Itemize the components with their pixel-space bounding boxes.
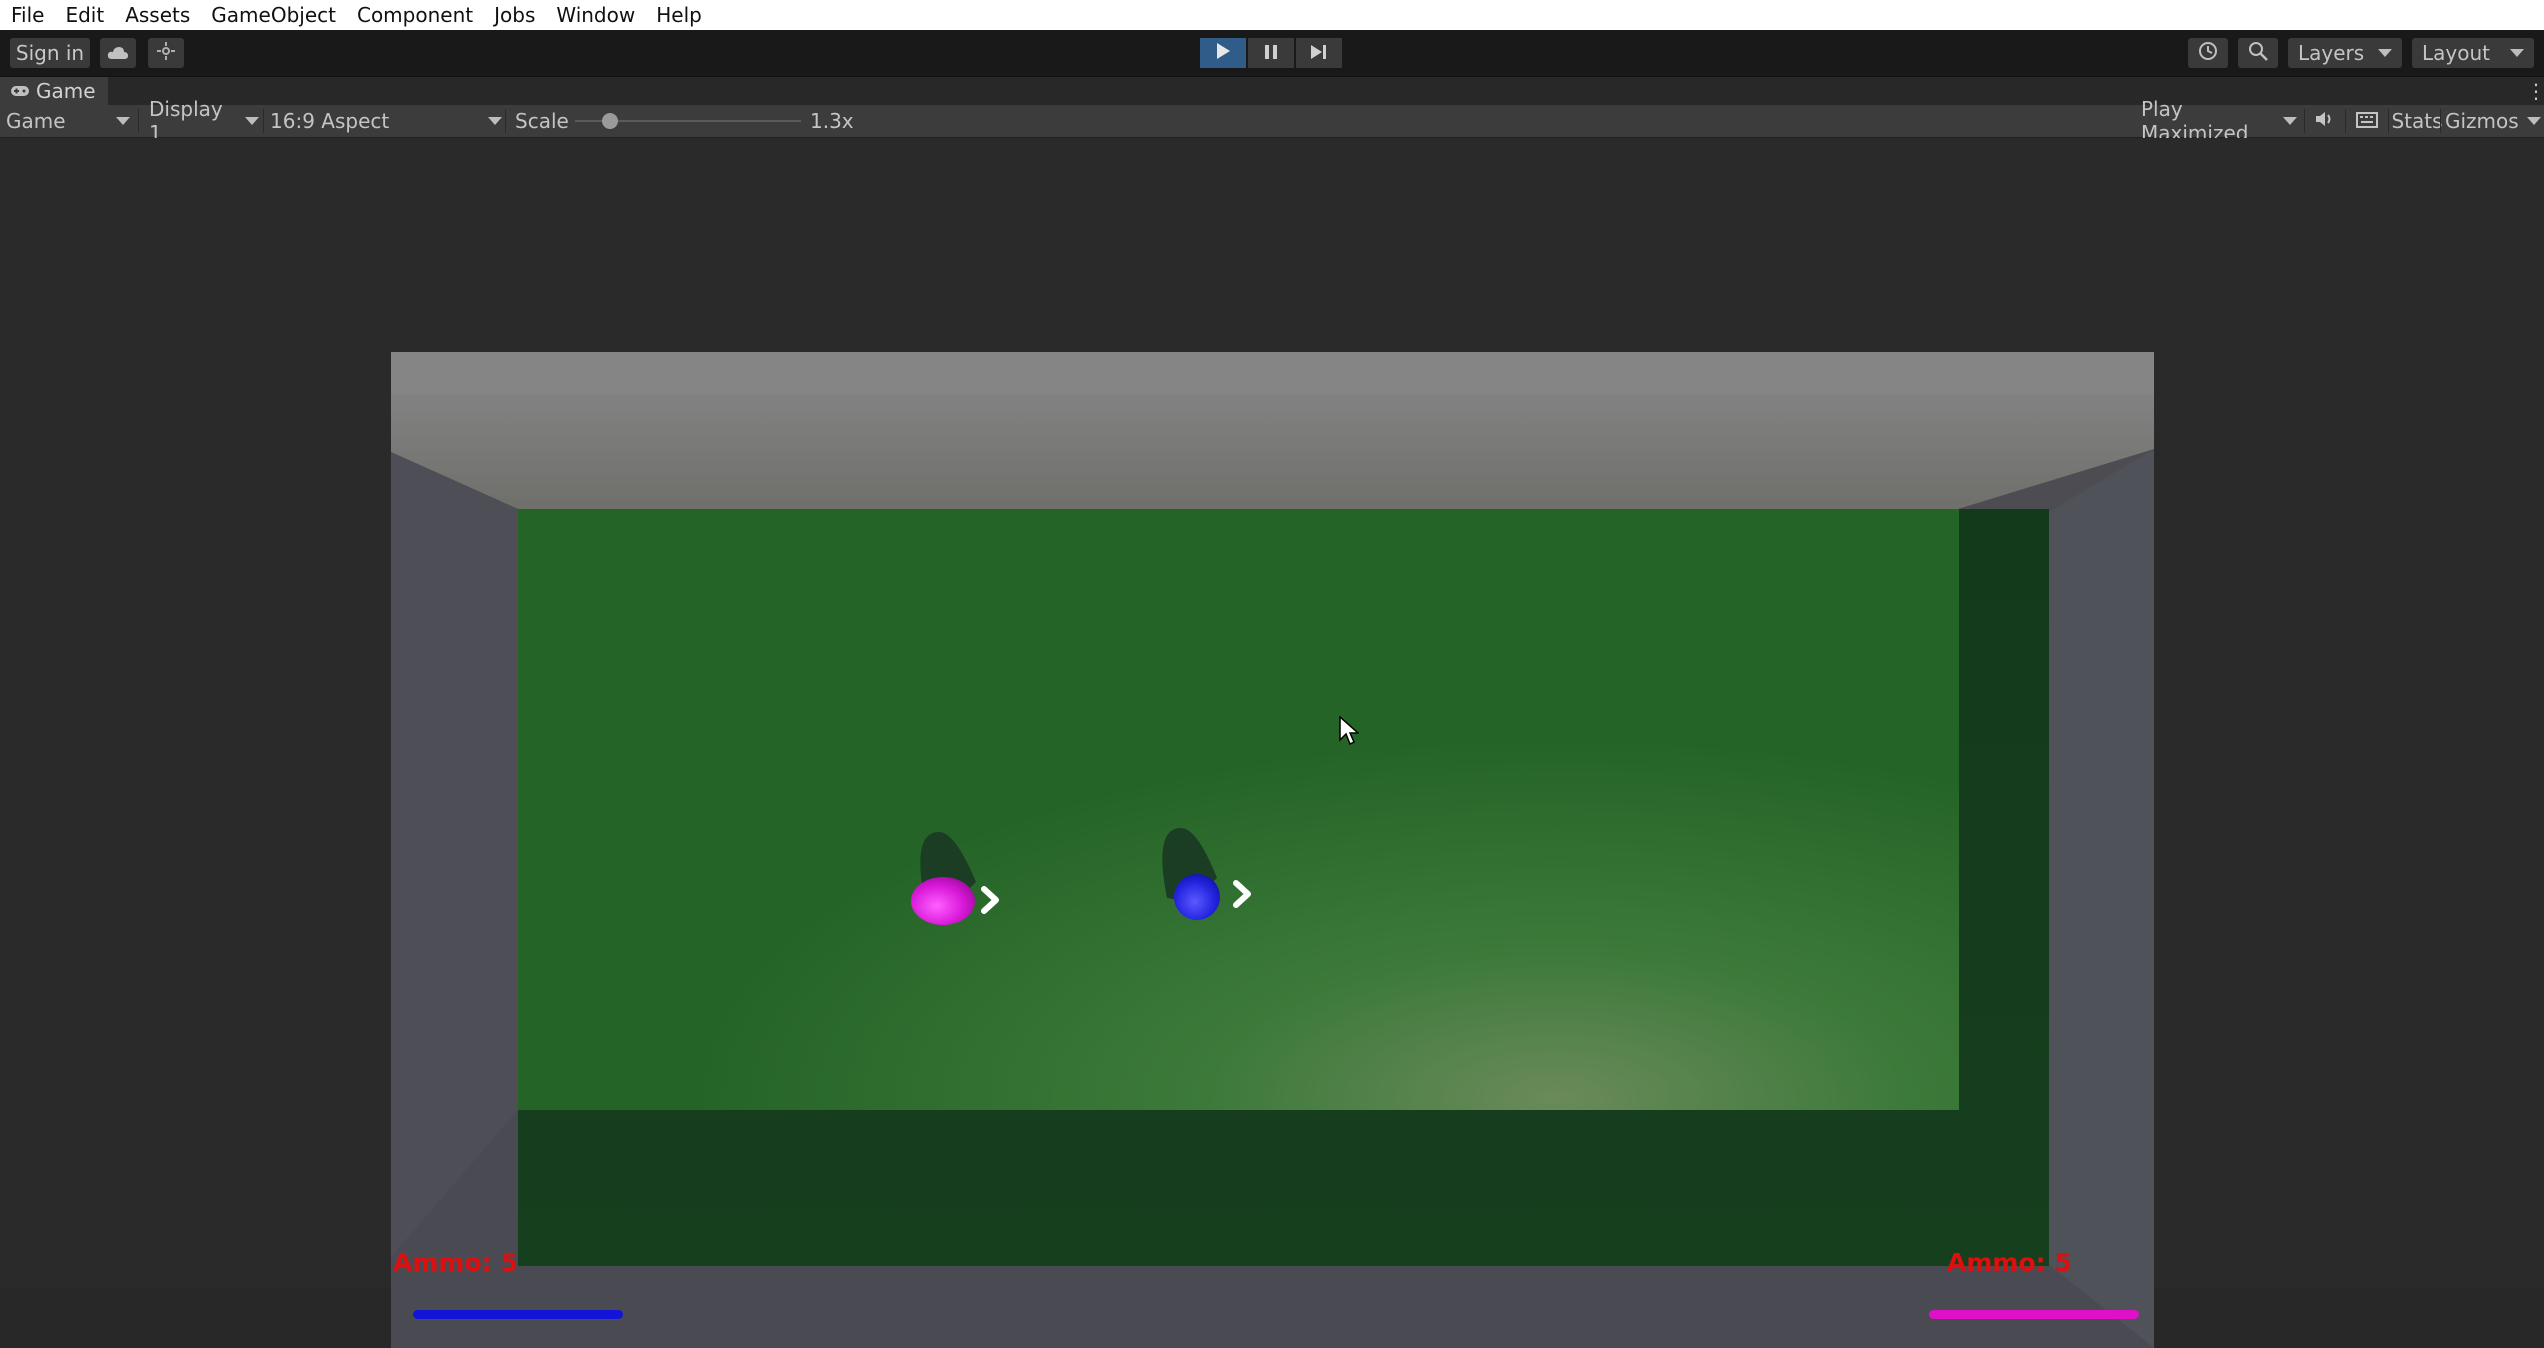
chevron-down-icon bbox=[116, 117, 130, 125]
menu-bar: File Edit Assets GameObject Component Jo… bbox=[0, 0, 2544, 30]
play-icon bbox=[1215, 41, 1231, 65]
sign-in-button[interactable]: Sign in bbox=[10, 38, 90, 68]
keyboard-icon bbox=[2356, 109, 2378, 133]
divider bbox=[138, 109, 139, 133]
layers-dropdown[interactable]: Layers bbox=[2288, 38, 2402, 68]
menu-jobs[interactable]: Jobs bbox=[483, 0, 545, 30]
speaker-icon bbox=[2315, 109, 2335, 133]
chevron-down-icon bbox=[488, 117, 502, 125]
chevron-down-icon bbox=[2526, 117, 2541, 125]
scale-value: 1.3x bbox=[810, 109, 854, 133]
left-health-bar bbox=[413, 1310, 623, 1319]
step-button[interactable] bbox=[1296, 38, 1342, 68]
scale-slider[interactable] bbox=[575, 105, 801, 137]
divider bbox=[263, 109, 264, 133]
pause-icon bbox=[1264, 41, 1278, 65]
chevron-down-icon bbox=[245, 117, 259, 125]
play-mode-dropdown[interactable]: Play Maximized bbox=[2141, 97, 2297, 145]
step-icon bbox=[1310, 41, 1328, 65]
menu-edit[interactable]: Edit bbox=[54, 0, 114, 30]
menu-window[interactable]: Window bbox=[545, 0, 645, 30]
aspect-label: 16:9 Aspect bbox=[270, 109, 390, 133]
game-view-area[interactable]: Ammo: 5 Ammo: 5 bbox=[0, 138, 2544, 1348]
game-scene bbox=[391, 352, 2154, 1348]
view-type-dropdown[interactable]: Game bbox=[6, 105, 130, 137]
gizmos-label: Gizmos bbox=[2445, 109, 2519, 133]
keyboard-shortcuts-button[interactable] bbox=[2350, 105, 2384, 137]
menu-component[interactable]: Component bbox=[346, 0, 483, 30]
right-wall bbox=[2049, 449, 2154, 1348]
divider bbox=[2345, 109, 2346, 133]
stats-button[interactable]: Stats bbox=[2386, 105, 2448, 137]
collab-icon bbox=[156, 41, 176, 66]
right-health-bar bbox=[1929, 1310, 2139, 1319]
divider bbox=[2304, 109, 2305, 133]
gizmos-dropdown[interactable]: Gizmos bbox=[2445, 105, 2541, 137]
menu-help[interactable]: Help bbox=[645, 0, 712, 30]
game-view-toolbar: Game Display 1 16:9 Aspect Scale 1.3x Pl… bbox=[0, 97, 2544, 145]
scale-track-wrap bbox=[575, 105, 801, 137]
view-type-label: Game bbox=[6, 109, 66, 133]
divider bbox=[505, 109, 506, 133]
tab-game[interactable]: Game bbox=[0, 77, 108, 105]
pause-button[interactable] bbox=[1248, 38, 1294, 68]
scale-label: Scale bbox=[515, 109, 569, 133]
mute-audio-button[interactable] bbox=[2310, 105, 2340, 137]
chevron-down-icon bbox=[2283, 117, 2297, 125]
player2-ball bbox=[1174, 874, 1220, 920]
aspect-dropdown[interactable]: 16:9 Aspect bbox=[270, 105, 502, 137]
player1-ball bbox=[911, 877, 975, 925]
display-dropdown[interactable]: Display 1 bbox=[149, 97, 259, 145]
main-toolbar: Sign in Layers Layout bbox=[0, 30, 2544, 77]
menu-gameobject[interactable]: GameObject bbox=[200, 0, 346, 30]
more-options-icon[interactable]: ⋮ bbox=[2526, 81, 2544, 101]
gamepad-icon bbox=[10, 79, 30, 103]
history-button[interactable] bbox=[2188, 38, 2228, 68]
search-button[interactable] bbox=[2238, 38, 2278, 68]
mouse-cursor-icon bbox=[1339, 716, 1359, 746]
chevron-down-icon bbox=[2510, 49, 2524, 57]
layout-dropdown[interactable]: Layout bbox=[2412, 38, 2534, 68]
layout-label: Layout bbox=[2422, 41, 2490, 65]
layers-label: Layers bbox=[2298, 41, 2365, 65]
collab-button[interactable] bbox=[148, 38, 184, 68]
playback-controls bbox=[1200, 38, 1342, 68]
search-icon bbox=[2247, 40, 2269, 67]
right-ammo-counter: Ammo: 5 bbox=[1947, 1248, 2072, 1277]
sign-in-label: Sign in bbox=[15, 41, 85, 65]
ceiling-edge bbox=[391, 352, 2154, 394]
floor-lit bbox=[518, 509, 1959, 1110]
menu-file[interactable]: File bbox=[0, 0, 54, 30]
ceiling bbox=[391, 394, 2154, 509]
menu-assets[interactable]: Assets bbox=[114, 0, 200, 30]
scale-thumb[interactable] bbox=[602, 113, 618, 129]
left-ammo-counter: Ammo: 5 bbox=[393, 1248, 518, 1277]
cloud-icon bbox=[107, 41, 129, 65]
tab-game-label: Game bbox=[36, 79, 96, 103]
history-icon bbox=[2197, 40, 2219, 67]
chevron-down-icon bbox=[2378, 49, 2392, 57]
play-button[interactable] bbox=[1200, 38, 1246, 68]
cloud-button[interactable] bbox=[100, 38, 136, 68]
game-viewport[interactable]: Ammo: 5 Ammo: 5 bbox=[391, 352, 2154, 1348]
divider bbox=[2440, 109, 2441, 133]
